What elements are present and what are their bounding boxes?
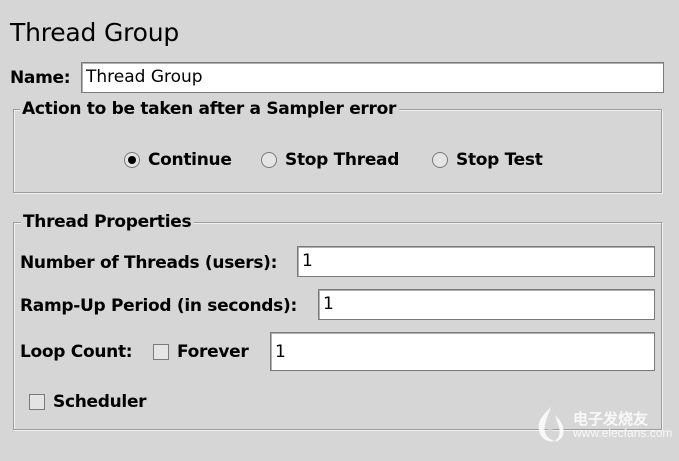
- radio-continue-label: Continue: [148, 150, 232, 170]
- threads-input[interactable]: 1: [297, 246, 655, 277]
- checkbox-icon[interactable]: [29, 394, 45, 410]
- name-label: Name:: [10, 68, 71, 88]
- radio-selected-icon[interactable]: [124, 152, 140, 168]
- rampup-label: Ramp-Up Period (in seconds):: [20, 296, 297, 316]
- sampler-error-legend: Action to be taken after a Sampler error: [20, 99, 400, 119]
- checkbox-icon[interactable]: [153, 344, 169, 360]
- radio-stop-test[interactable]: Stop Test: [432, 150, 543, 170]
- name-input[interactable]: Thread Group: [81, 62, 664, 93]
- watermark: 电子发烧友 www.elecfans.com: [533, 405, 672, 445]
- elecfans-logo-icon: [538, 407, 564, 442]
- loop-count-input[interactable]: 1: [270, 332, 655, 371]
- radio-continue[interactable]: Continue: [124, 150, 232, 170]
- radio-stop-test-label: Stop Test: [456, 150, 543, 170]
- radio-stop-thread[interactable]: Stop Thread: [261, 150, 399, 170]
- watermark-text: 电子发烧友: [573, 409, 649, 428]
- panel-title: Thread Group: [10, 18, 180, 47]
- radio-unselected-icon[interactable]: [261, 152, 277, 168]
- radio-unselected-icon[interactable]: [432, 152, 448, 168]
- loop-count-label: Loop Count:: [20, 342, 133, 362]
- threads-label: Number of Threads (users):: [20, 253, 278, 273]
- rampup-input[interactable]: 1: [318, 289, 655, 320]
- scheduler-label: Scheduler: [53, 392, 147, 412]
- radio-stop-thread-label: Stop Thread: [285, 150, 400, 170]
- watermark-url: www.elecfans.com: [573, 425, 673, 440]
- thread-properties-legend: Thread Properties: [21, 212, 195, 232]
- scheduler-checkbox[interactable]: Scheduler: [29, 392, 147, 412]
- forever-label: Forever: [177, 342, 249, 362]
- forever-checkbox[interactable]: Forever: [153, 342, 249, 362]
